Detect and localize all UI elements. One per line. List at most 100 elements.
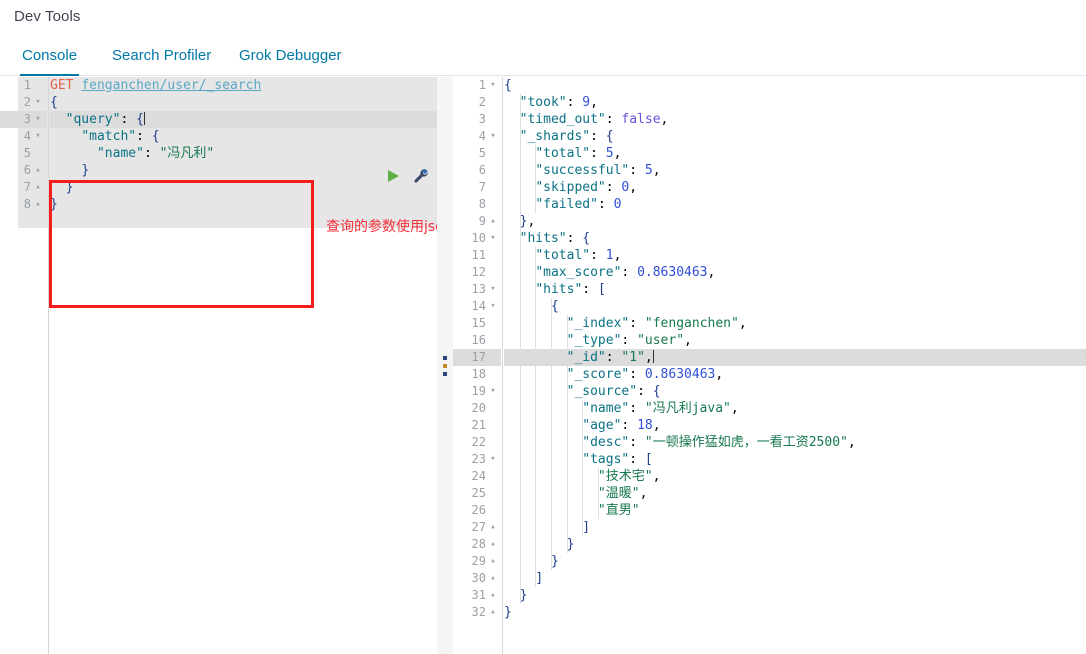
request-line-number: 3 ▾ <box>0 111 47 128</box>
tab-grok-debugger[interactable]: Grok Debugger <box>237 40 344 76</box>
fold-toggle-icon[interactable]: ▴ <box>487 553 499 570</box>
response-line-number: 29 ▴ <box>453 553 501 570</box>
response-code-line[interactable]: } <box>504 587 1086 604</box>
fold-toggle-icon[interactable]: ▾ <box>487 230 499 247</box>
request-line-number: 6 ▴ <box>0 162 47 179</box>
request-editor-panel[interactable]: 1 2 ▾ 3 ▾ 4 ▾ 5 6 ▴ 7 ▴ 8 ▴ GET fenganchen/user/_sear… <box>0 77 437 654</box>
response-code-line[interactable]: "failed": 0 <box>504 196 1086 213</box>
response-code-line[interactable]: ] <box>504 519 1086 536</box>
fold-toggle-icon[interactable]: ▾ <box>487 77 499 94</box>
response-code-line[interactable]: }, <box>504 213 1086 230</box>
request-code-line[interactable]: "query": { <box>50 111 437 128</box>
play-icon[interactable] <box>385 168 401 184</box>
fold-toggle-icon[interactable]: ▾ <box>487 281 499 298</box>
fold-toggle-icon[interactable]: ▴ <box>487 213 499 230</box>
response-code-line[interactable]: "hits": { <box>504 230 1086 247</box>
request-line-number: 5 <box>23 146 31 160</box>
response-line-number: 14 ▾ <box>453 298 501 315</box>
request-code-line[interactable]: { <box>50 94 437 111</box>
fold-toggle-icon[interactable]: ▴ <box>487 519 499 536</box>
response-code-line[interactable]: "max_score": 0.8630463, <box>504 264 1086 281</box>
request-line-number: 1 <box>23 78 31 92</box>
request-code-area[interactable]: GET fenganchen/user/_search{ "query": { … <box>50 77 437 213</box>
request-code-line[interactable]: GET fenganchen/user/_search <box>50 77 437 94</box>
response-line-number: 4 ▾ <box>453 128 501 145</box>
tab-console[interactable]: Console <box>20 40 80 76</box>
response-line-number: 8 <box>478 197 486 211</box>
response-line-number: 30 ▴ <box>453 570 501 587</box>
response-code-line[interactable]: "温暖", <box>504 485 1086 502</box>
fold-toggle-icon[interactable]: ▾ <box>32 111 44 128</box>
response-code-line[interactable]: "desc": "一顿操作猛如虎，一看工资2500", <box>504 434 1086 451</box>
response-line-number: 28 ▴ <box>453 536 501 553</box>
fold-toggle-icon[interactable]: ▴ <box>32 162 44 179</box>
response-code-line[interactable]: "_index": "fenganchen", <box>504 315 1086 332</box>
tab-bar: Console Search Profiler Grok Debugger <box>0 40 1086 76</box>
response-code-line[interactable]: "_shards": { <box>504 128 1086 145</box>
tab-search-profiler[interactable]: Search Profiler <box>110 40 213 76</box>
response-code-line[interactable]: "直男" <box>504 502 1086 519</box>
fold-toggle-icon[interactable]: ▾ <box>32 128 44 145</box>
fold-toggle-icon[interactable]: ▾ <box>487 451 499 468</box>
response-code-area[interactable]: { "took": 9, "timed_out": false, "_shard… <box>504 77 1086 621</box>
response-code-line[interactable]: "_score": 0.8630463, <box>504 366 1086 383</box>
response-code-line[interactable]: "_source": { <box>504 383 1086 400</box>
wrench-icon[interactable] <box>413 168 429 184</box>
console-workspace: 1 2 ▾ 3 ▾ 4 ▾ 5 6 ▴ 7 ▴ 8 ▴ GET fenganchen/user/_sear… <box>0 77 1086 654</box>
response-line-number: 32 ▴ <box>453 604 501 621</box>
fold-toggle-icon[interactable]: ▴ <box>487 587 499 604</box>
fold-toggle-icon[interactable]: ▾ <box>487 298 499 315</box>
panel-resize-handle[interactable] <box>437 77 453 654</box>
resize-grip-icon <box>443 355 447 376</box>
response-line-number: 11 <box>471 248 486 262</box>
page-title: Dev Tools <box>14 8 81 25</box>
response-code-line[interactable]: "total": 1, <box>504 247 1086 264</box>
response-output-panel[interactable]: 1 ▾ 2 3 4 ▾ 5 6 7 8 9 ▴ 10 ▾ 11 12 13 ▾ 14 ▾ 15 16 17 18 19 ▾ 20 21… <box>453 77 1086 654</box>
fold-toggle-icon[interactable]: ▾ <box>32 94 44 111</box>
response-code-line[interactable]: "_id": "1", <box>504 349 1086 366</box>
fold-toggle-icon[interactable]: ▴ <box>32 196 44 213</box>
response-code-line[interactable]: ] <box>504 570 1086 587</box>
response-line-number: 18 <box>471 367 486 381</box>
response-code-line[interactable]: "hits": [ <box>504 281 1086 298</box>
request-code-line[interactable]: } <box>50 179 437 196</box>
response-line-number: 10 ▾ <box>453 230 501 247</box>
fold-toggle-icon[interactable]: ▴ <box>487 570 499 587</box>
response-line-number: 7 <box>478 180 486 194</box>
response-line-number: 21 <box>471 418 486 432</box>
response-line-number: 16 <box>471 333 486 347</box>
response-code-line[interactable]: } <box>504 553 1086 570</box>
response-code-line[interactable]: { <box>504 77 1086 94</box>
response-code-line[interactable]: { <box>504 298 1086 315</box>
response-line-number: 5 <box>478 146 486 160</box>
response-line-number: 19 ▾ <box>453 383 501 400</box>
response-code-line[interactable]: "total": 5, <box>504 145 1086 162</box>
request-code-line[interactable]: } <box>50 162 437 179</box>
response-code-line[interactable]: "successful": 5, <box>504 162 1086 179</box>
request-code-line[interactable]: } <box>50 196 437 213</box>
response-line-number: 12 <box>471 265 486 279</box>
response-line-number: 9 ▴ <box>453 213 501 230</box>
response-code-line[interactable]: "技术宅", <box>504 468 1086 485</box>
response-line-number: 2 <box>478 95 486 109</box>
response-code-line[interactable]: } <box>504 604 1086 621</box>
response-line-number: 31 ▴ <box>453 587 501 604</box>
response-line-number: 17 <box>453 349 501 366</box>
response-code-line[interactable]: "tags": [ <box>504 451 1086 468</box>
response-code-line[interactable]: "skipped": 0, <box>504 179 1086 196</box>
fold-toggle-icon[interactable]: ▾ <box>487 128 499 145</box>
fold-toggle-icon[interactable]: ▾ <box>487 383 499 400</box>
fold-toggle-icon[interactable]: ▴ <box>32 179 44 196</box>
response-code-line[interactable]: "name": "冯凡利java", <box>504 400 1086 417</box>
fold-toggle-icon[interactable]: ▴ <box>487 536 499 553</box>
response-code-line[interactable]: "timed_out": false, <box>504 111 1086 128</box>
response-code-line[interactable]: } <box>504 536 1086 553</box>
request-line-number: 2 ▾ <box>0 94 47 111</box>
response-line-number: 20 <box>471 401 486 415</box>
response-code-line[interactable]: "_type": "user", <box>504 332 1086 349</box>
response-code-line[interactable]: "age": 18, <box>504 417 1086 434</box>
request-code-line[interactable]: "name": "冯凡利" <box>50 145 437 162</box>
fold-toggle-icon[interactable]: ▴ <box>487 604 499 621</box>
response-code-line[interactable]: "took": 9, <box>504 94 1086 111</box>
request-code-line[interactable]: "match": { <box>50 128 437 145</box>
